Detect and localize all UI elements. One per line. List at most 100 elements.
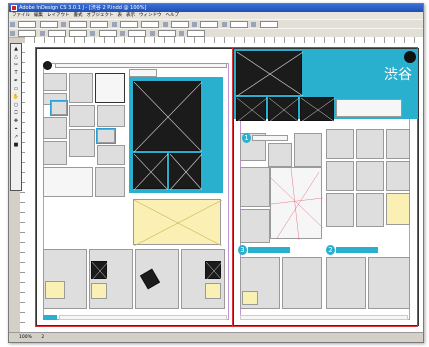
menu-item-8[interactable]: ヘルプ: [166, 12, 180, 19]
menu-item-5[interactable]: 表: [118, 12, 123, 19]
shop-frame: [282, 257, 322, 309]
article-frame: [294, 133, 322, 167]
tool-7-icon[interactable]: ○: [12, 102, 20, 108]
hero-photo-small: [236, 97, 267, 122]
constrain-proportions-icon[interactable]: [60, 21, 66, 27]
width-field[interactable]: [69, 20, 88, 28]
tool-6-icon[interactable]: ✋: [12, 94, 20, 100]
article-frame: [326, 129, 354, 159]
tool-11-icon[interactable]: ↗: [12, 134, 20, 140]
tool-9-icon[interactable]: ✥: [12, 118, 20, 124]
menu-item-0[interactable]: ファイル: [12, 12, 30, 19]
article-frame: [386, 161, 410, 191]
y-position-field[interactable]: [39, 20, 58, 28]
tool-12-icon[interactable]: ■: [12, 142, 20, 148]
article-frame: [386, 129, 410, 159]
scale-x-field[interactable]: [119, 20, 138, 28]
article-frame: [240, 167, 270, 207]
headline: 渋谷: [384, 67, 412, 83]
article-frame: [43, 73, 67, 91]
tool-0-icon[interactable]: ▲: [12, 46, 20, 52]
article-frame: [95, 167, 125, 197]
baseline-field[interactable]: [157, 29, 176, 37]
leading-field[interactable]: [98, 29, 117, 37]
image-placeholder-cross-icon: [170, 154, 202, 190]
article-frame: [326, 193, 354, 227]
menu-item-3[interactable]: 書式: [74, 12, 83, 19]
tool-8-icon[interactable]: ⎕: [12, 110, 20, 116]
shear-field[interactable]: [200, 20, 219, 28]
map-placeholder: [133, 199, 222, 246]
menu-item-4[interactable]: オブジェクト: [87, 12, 114, 19]
status-bar: 100% 2: [9, 332, 423, 342]
article-frame: [97, 145, 125, 165]
scale-icon[interactable]: [111, 21, 117, 27]
feature-photo-small: [133, 153, 168, 190]
tool-5-icon[interactable]: ▭: [12, 86, 20, 92]
stroke-icon[interactable]: [221, 21, 227, 27]
section-heading-bar: [252, 135, 288, 141]
hero-lead-text: [336, 99, 402, 117]
zoom-level[interactable]: 100%: [19, 335, 32, 340]
image-placeholder-cross-icon: [237, 52, 303, 96]
opacity-field[interactable]: [259, 20, 278, 28]
article-frame: [268, 143, 292, 167]
logo-mark: [43, 61, 52, 70]
menu-item-6[interactable]: 表示: [126, 12, 135, 19]
tool-4-icon[interactable]: ✒: [12, 78, 20, 84]
shear-icon[interactable]: [192, 21, 198, 27]
tool-3-icon[interactable]: T: [12, 70, 20, 76]
section-number-badge: 1: [242, 133, 251, 143]
rotate-icon[interactable]: [162, 21, 168, 27]
align-icon[interactable]: [90, 30, 96, 36]
article-frame: [69, 105, 95, 127]
menu-item-1[interactable]: 編集: [34, 12, 43, 19]
feature-photo-small: [169, 153, 202, 190]
image-placeholder-cross-icon: [237, 98, 267, 122]
baseline-icon[interactable]: [149, 30, 155, 36]
selected-frame[interactable]: [50, 100, 68, 116]
reference-point-icon[interactable]: [10, 21, 15, 27]
selected-frame[interactable]: [96, 128, 116, 144]
article-frame: [43, 141, 67, 165]
flip-horizontal-icon[interactable]: [39, 30, 45, 36]
height-field[interactable]: [90, 20, 109, 28]
hero-photo-placeholder: [236, 51, 303, 96]
image-placeholder-cross-icon: [134, 200, 222, 246]
image-placeholder-cross-icon: [92, 262, 108, 280]
tools-panel: ▲ △ ✂ T ✒ ▭ ✋ ○ ⎕ ✥ ⌖ ↗ ■: [10, 43, 22, 191]
kerning-icon[interactable]: [119, 30, 125, 36]
rotation-field[interactable]: [170, 20, 189, 28]
shop-yellow-box: [242, 291, 258, 305]
page-number[interactable]: 2: [41, 335, 44, 340]
shop-photo-placeholder: [91, 261, 108, 280]
font-size-field[interactable]: [69, 29, 88, 37]
fill-swatch-field[interactable]: [18, 29, 37, 37]
article-frame: [43, 117, 67, 139]
tool-10-icon[interactable]: ⌖: [12, 126, 20, 132]
section-number-badge: 2: [326, 245, 335, 255]
article-frame: [326, 161, 354, 191]
scale-y-field[interactable]: [141, 20, 160, 28]
x-position-field[interactable]: [18, 20, 37, 28]
style-field[interactable]: [187, 29, 206, 37]
font-field[interactable]: [47, 29, 66, 37]
text-frame: [95, 73, 125, 103]
text-wrap-icon[interactable]: [179, 30, 185, 36]
menu-item-7[interactable]: ウィンドウ: [139, 12, 162, 19]
fill-icon[interactable]: [10, 30, 15, 36]
shop-yellow-box: [91, 283, 107, 299]
article-frame: [240, 209, 270, 243]
tool-2-icon[interactable]: ✂: [12, 62, 20, 68]
shop-yellow-box: [205, 283, 221, 299]
effects-icon[interactable]: [251, 21, 257, 27]
footer-bar: [240, 315, 408, 320]
tracking-field[interactable]: [128, 29, 147, 37]
image-placeholder-cross-icon: [206, 262, 222, 280]
article-frame: [69, 73, 93, 103]
article-frame: [97, 105, 125, 127]
stroke-weight-field[interactable]: [229, 20, 248, 28]
feature-photo-placeholder: [133, 81, 202, 152]
menu-item-2[interactable]: レイアウト: [47, 12, 70, 19]
tool-1-icon[interactable]: △: [12, 54, 20, 60]
